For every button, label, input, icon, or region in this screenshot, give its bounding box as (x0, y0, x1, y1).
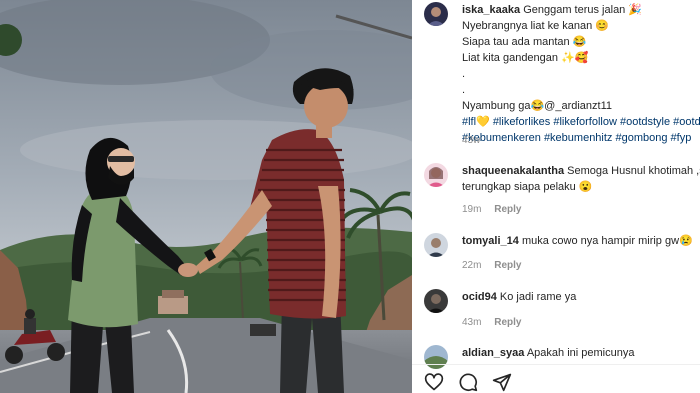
comment-text: Ko jadi rame ya (499, 291, 577, 303)
post-photo[interactable] (0, 0, 412, 393)
comment-text: Apakah ini pemicunya (526, 347, 635, 359)
caption-line: Siapa tau ada mantan 😂 (462, 36, 587, 48)
comment-icon[interactable] (458, 372, 478, 392)
comment-body: ocid94 Ko jadi rame ya (462, 289, 576, 305)
share-icon[interactable] (492, 372, 512, 392)
reply-button[interactable]: Reply (494, 204, 521, 215)
avatar[interactable] (424, 163, 448, 187)
hashtags[interactable]: #lfl💛 #likeforlikes #likeforfollow #ootd… (462, 114, 700, 130)
caption-line: Liat kita gandengan ✨🥰 (462, 52, 589, 64)
comment-meta: 22m Reply (462, 260, 521, 271)
reply-button[interactable]: Reply (494, 317, 521, 328)
couple-holding-hands-image (0, 0, 412, 393)
comment-time[interactable]: 43m (462, 317, 481, 328)
caption-line: . (462, 68, 466, 80)
caption-line: Nyebrangnya liat ke kanan 😊 (462, 20, 610, 32)
heart-icon[interactable] (424, 372, 444, 392)
comment-meta: 19m Reply (462, 204, 521, 215)
caption-line: . (462, 84, 466, 96)
avatar[interactable] (424, 233, 448, 257)
caption: iska_kaaka Genggam terus jalan 🎉 Nyebran… (424, 2, 700, 146)
comment-item: ocid94 Ko jadi rame ya (424, 289, 700, 313)
comments-panel: iska_kaaka Genggam terus jalan 🎉 Nyebran… (412, 0, 700, 393)
comment-meta: 43m Reply (462, 317, 521, 328)
divider (412, 364, 700, 365)
avatar[interactable] (424, 2, 448, 26)
comment-username[interactable]: aldian_syaa (462, 347, 524, 359)
comment-body: aldian_syaa Apakah ini pemicunya (462, 345, 634, 361)
caption-line: Nyambung ga😂@_ardianzt11 (462, 100, 613, 112)
comment-time[interactable]: 19m (462, 204, 481, 215)
comment-time[interactable]: 22m (462, 260, 481, 271)
reply-button[interactable]: Reply (494, 260, 521, 271)
caption-time[interactable]: 43w (462, 135, 480, 146)
comment-item: aldian_syaa Apakah ini pemicunya (424, 345, 700, 369)
avatar[interactable] (424, 345, 448, 369)
comment-item: shaqueenakalantha Semoga Husnul khotimah… (424, 163, 700, 195)
hashtags[interactable]: #kebumenkeren #kebumenhitz #gombong #fyp (462, 130, 700, 146)
comment-username[interactable]: ocid94 (462, 291, 497, 303)
comment-username[interactable]: shaqueenakalantha (462, 165, 564, 177)
caption-username[interactable]: iska_kaaka (462, 4, 520, 16)
comment-text: terungkap siapa pelaku 😮 (462, 181, 593, 193)
action-bar (424, 372, 512, 392)
comment-item: tomyali_14 muka cowo nya hampir mirip gw… (424, 233, 700, 257)
caption-line: Genggam terus jalan 🎉 (523, 4, 643, 16)
comment-body: tomyali_14 muka cowo nya hampir mirip gw… (462, 233, 693, 249)
comment-body: shaqueenakalantha Semoga Husnul khotimah… (462, 163, 700, 195)
comment-text: muka cowo nya hampir mirip gw😢 (521, 235, 693, 247)
avatar[interactable] (424, 289, 448, 313)
comment-username[interactable]: tomyali_14 (462, 235, 519, 247)
caption-meta: 43w (462, 135, 480, 146)
comment-text: Semoga Husnul khotimah ,sege (567, 165, 700, 177)
caption-body: iska_kaaka Genggam terus jalan 🎉 Nyebran… (462, 2, 700, 146)
